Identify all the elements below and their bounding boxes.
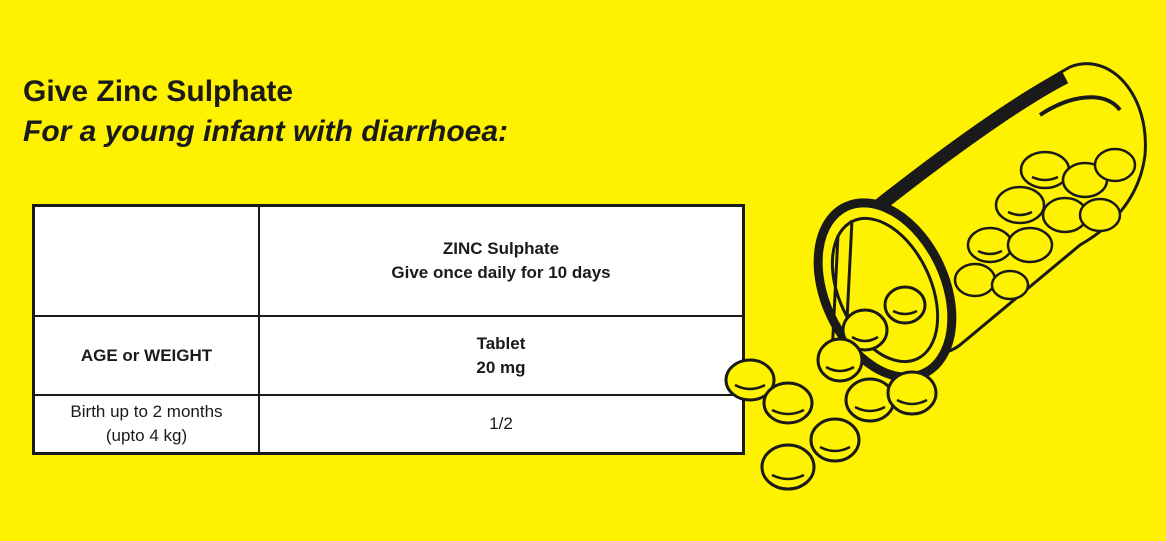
dosage-table: ZINC Sulphate Give once daily for 10 day…	[32, 204, 745, 455]
page-subtitle: For a young infant with diarrhoea:	[23, 115, 509, 148]
table-row-dose: Birth up to 2 months (upto 4 kg) 1/2	[32, 394, 745, 455]
table-row-form: AGE or WEIGHT Tablet 20 mg	[32, 315, 745, 396]
form-strength: 20 mg	[476, 357, 526, 377]
table-corner-cell	[32, 204, 260, 317]
form-header-cell: Tablet 20 mg	[258, 315, 745, 396]
age-group-line2: (upto 4 kg)	[105, 426, 188, 445]
age-weight-header: AGE or WEIGHT	[32, 315, 260, 396]
form-name: Tablet	[476, 333, 526, 353]
page-title: Give Zinc Sulphate	[23, 75, 294, 108]
drug-name: ZINC Sulphate	[442, 239, 560, 258]
drug-instruction: Give once daily for 10 days	[391, 263, 611, 282]
drug-header-cell: ZINC Sulphate Give once daily for 10 day…	[258, 204, 745, 317]
dose-cell: 1/2	[258, 394, 745, 455]
age-group-cell: Birth up to 2 months (upto 4 kg)	[32, 394, 260, 455]
spilled-pill-bottle-icon	[724, 62, 1147, 491]
age-group-line1: Birth up to 2 months	[70, 402, 223, 421]
table-row-drug: ZINC Sulphate Give once daily for 10 day…	[32, 204, 745, 317]
